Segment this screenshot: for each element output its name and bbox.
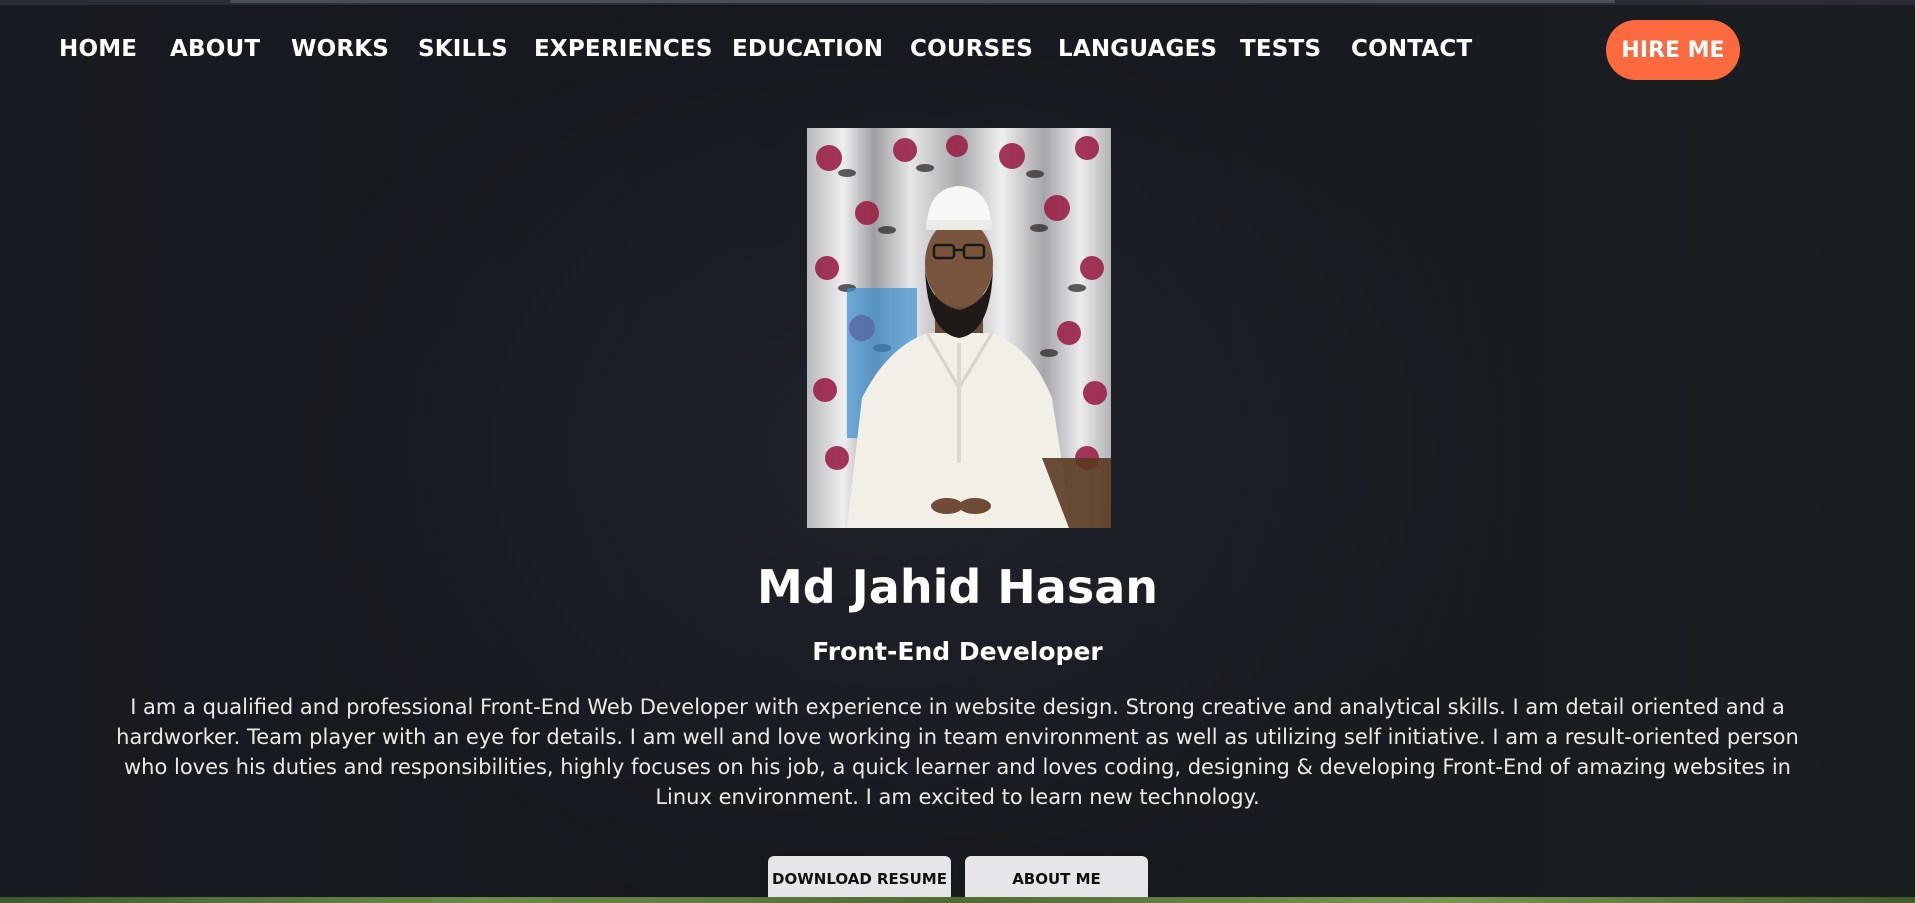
nav-item-skills[interactable]: SKILLS	[418, 36, 508, 62]
bottom-background-strip	[0, 897, 1915, 903]
profile-role: Front-End Developer	[812, 637, 1103, 666]
nav-item-tests[interactable]: TESTS	[1240, 36, 1321, 62]
about-me-button[interactable]: ABOUT ME	[965, 856, 1148, 902]
nav-item-education[interactable]: EDUCATION	[732, 36, 883, 62]
nav-item-languages[interactable]: LANGUAGES	[1058, 36, 1217, 62]
profile-photo	[807, 128, 1111, 528]
top-navigation: HOME ABOUT WORKS SKILLS EXPERIENCES EDUC…	[0, 20, 1915, 82]
nav-item-works[interactable]: WORKS	[291, 36, 389, 62]
nav-item-home[interactable]: HOME	[59, 36, 137, 62]
horizontal-scrollbar[interactable]	[0, 0, 1915, 5]
profile-bio: I am a qualified and professional Front-…	[116, 695, 1799, 809]
hire-me-button[interactable]: HIRE ME	[1606, 20, 1740, 80]
nav-item-contact[interactable]: CONTACT	[1351, 36, 1472, 62]
download-resume-button[interactable]: DOWNLOAD RESUME	[768, 856, 951, 902]
nav-item-courses[interactable]: COURSES	[910, 36, 1033, 62]
nav-item-experiences[interactable]: EXPERIENCES	[534, 36, 713, 62]
nav-item-about[interactable]: ABOUT	[170, 36, 260, 62]
profile-name: Md Jahid Hasan	[756, 560, 1159, 614]
scrollbar-thumb[interactable]	[230, 0, 1615, 3]
